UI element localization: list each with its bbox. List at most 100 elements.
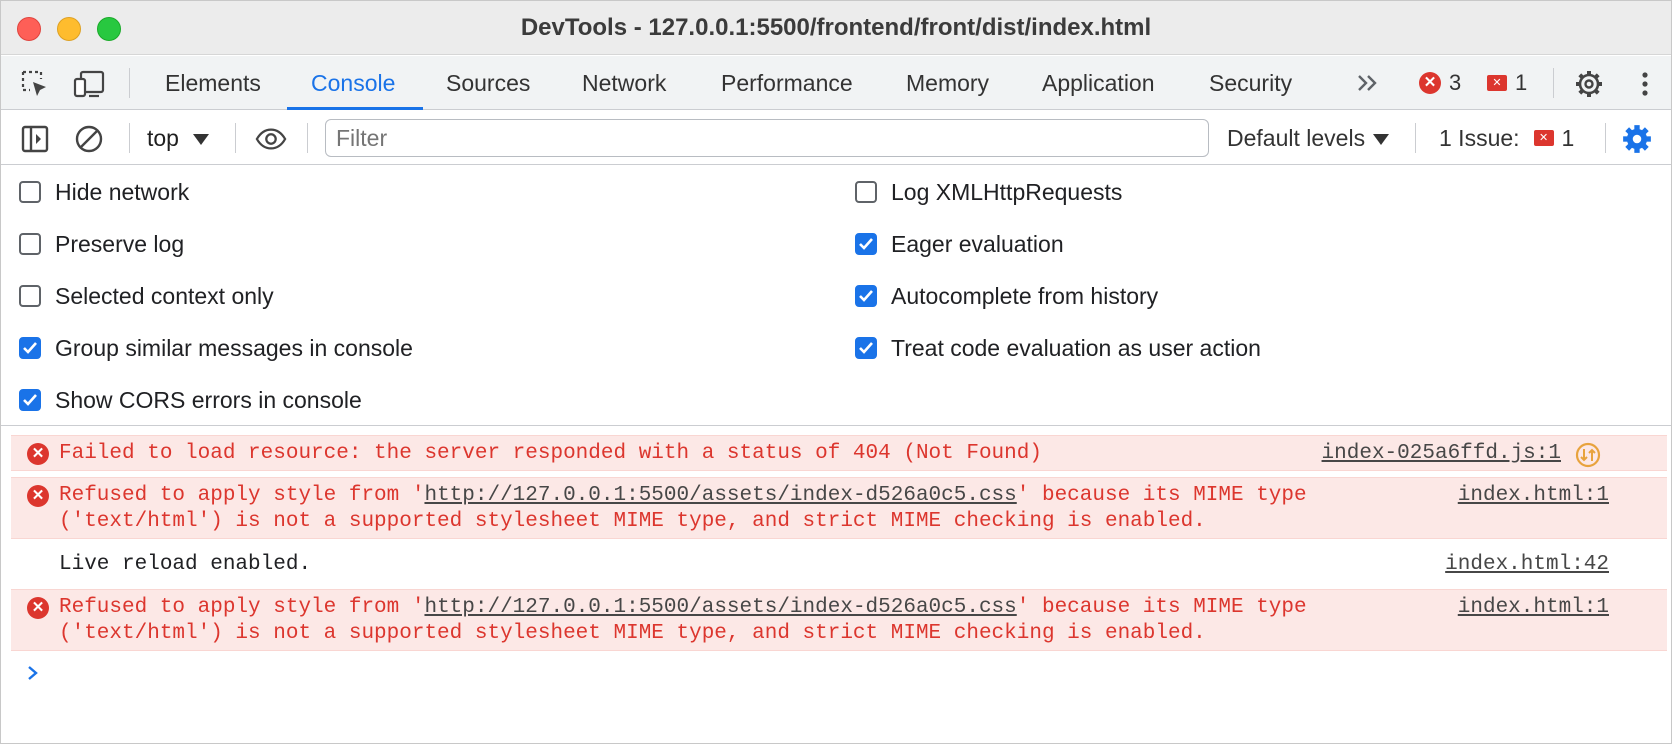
clear-console-icon[interactable] [73, 123, 105, 155]
chevron-down-icon [192, 134, 209, 146]
gear-icon[interactable] [1573, 68, 1605, 100]
setting-label: Autocomplete from history [891, 282, 1159, 309]
panel-tabs-bar: Elements Console Sources Network Perform… [1, 56, 1671, 110]
active-tab-indicator [287, 107, 423, 110]
message-line-1: Refused to apply style from 'http://127.… [59, 483, 1307, 509]
more-tabs-icon[interactable] [1353, 68, 1383, 105]
setting-show-cors-errors[interactable]: Show CORS errors in console [19, 380, 362, 420]
issues-count: 1 [1561, 124, 1575, 151]
setting-group-similar[interactable]: Group similar messages in console [19, 328, 413, 368]
toolbar-divider [129, 68, 130, 98]
issue-count: 1 [1515, 70, 1528, 95]
message-text: Live reload enabled. [59, 553, 312, 576]
context-selector-value: top [147, 125, 179, 151]
setting-label: Log XMLHttpRequests [891, 178, 1123, 205]
check-icon [859, 342, 873, 354]
stylesheet-url-link[interactable]: http://127.0.0.1:5500/assets/index-d526a… [424, 596, 1016, 619]
setting-label: Treat code evaluation as user action [891, 334, 1261, 361]
toolbar-divider [1553, 68, 1554, 98]
console-message-error[interactable]: ✕ Refused to apply style from 'http://12… [11, 477, 1667, 539]
tab-network[interactable]: Network [578, 56, 670, 110]
issues-button[interactable]: 1 Issue: ✕ 1 [1439, 111, 1574, 165]
network-request-icon[interactable] [1575, 442, 1601, 477]
checkbox-checked[interactable] [855, 285, 877, 307]
checkbox-checked[interactable] [19, 337, 41, 359]
check-icon [859, 238, 873, 250]
error-icon: ✕ [27, 443, 49, 465]
message-text: Failed to load resource: the server resp… [59, 442, 1042, 465]
tab-performance[interactable]: Performance [717, 56, 857, 110]
tab-memory[interactable]: Memory [902, 56, 993, 110]
tab-application[interactable]: Application [1038, 56, 1159, 110]
stylesheet-url-link[interactable]: http://127.0.0.1:5500/assets/index-d526a… [424, 484, 1016, 507]
message-source-link[interactable]: index.html:42 [1445, 552, 1609, 578]
toolbar-divider [307, 123, 308, 153]
tab-security[interactable]: Security [1205, 56, 1296, 110]
error-icon: ✕ [1419, 72, 1441, 94]
checkbox[interactable] [19, 233, 41, 255]
filter-input[interactable] [325, 119, 1209, 157]
message-line-2: ('text/html') is not a supported stylesh… [59, 622, 1206, 645]
title-bar: DevTools - 127.0.0.1:5500/frontend/front… [1, 1, 1671, 55]
setting-label: Hide network [55, 178, 190, 205]
error-icon: ✕ [27, 597, 49, 619]
toolbar-divider [1605, 123, 1606, 153]
checkbox-checked[interactable] [855, 337, 877, 359]
checkbox[interactable] [19, 181, 41, 203]
console-message-error[interactable]: ✕ Refused to apply style from 'http://12… [11, 589, 1667, 651]
live-expression-icon[interactable] [255, 123, 287, 155]
window-title: DevTools - 127.0.0.1:5500/frontend/front… [520, 14, 1152, 41]
setting-label: Eager evaluation [891, 230, 1064, 257]
inspect-element-icon[interactable] [19, 68, 51, 100]
message-source-link[interactable]: index.html:1 [1458, 595, 1609, 621]
kebab-menu-icon[interactable] [1629, 68, 1661, 100]
message-text-prefix: Refused to apply style from ' [59, 484, 425, 507]
console-message-error[interactable]: ✕ Failed to load resource: the server re… [11, 435, 1667, 471]
message-text-suffix: ' because its MIME type [1016, 484, 1307, 507]
setting-autocomplete-history[interactable]: Autocomplete from history [855, 276, 1158, 316]
console-toolbar: top Default levels 1 Issue: ✕ 1 [1, 111, 1671, 165]
setting-eager-evaluation[interactable]: Eager evaluation [855, 224, 1064, 264]
check-icon [23, 342, 37, 354]
devtools-window: DevTools - 127.0.0.1:5500/frontend/front… [0, 0, 1672, 744]
checkbox-checked[interactable] [855, 233, 877, 255]
setting-preserve-log[interactable]: Preserve log [19, 224, 184, 264]
console-message-info[interactable]: Live reload enabled. index.html:42 [11, 545, 1667, 585]
chevron-down-icon [1373, 134, 1390, 146]
device-toolbar-icon[interactable] [73, 68, 105, 100]
issues-label: 1 Issue: [1439, 124, 1520, 151]
context-selector[interactable]: top [147, 111, 209, 165]
setting-label: Group similar messages in console [55, 334, 413, 361]
setting-log-xhr[interactable]: Log XMLHttpRequests [855, 172, 1122, 212]
toolbar-divider [129, 123, 130, 153]
message-line-2: ('text/html') is not a supported stylesh… [59, 510, 1206, 533]
message-text-prefix: Refused to apply style from ' [59, 596, 425, 619]
tab-sources[interactable]: Sources [442, 56, 534, 110]
toolbar-divider [1415, 123, 1416, 153]
checkbox-checked[interactable] [19, 389, 41, 411]
console-prompt-input[interactable] [25, 663, 41, 691]
setting-label: Preserve log [55, 230, 185, 257]
setting-hide-network[interactable]: Hide network [19, 172, 189, 212]
message-source-link[interactable]: index.html:1 [1458, 483, 1609, 509]
setting-treat-evaluation-user-action[interactable]: Treat code evaluation as user action [855, 328, 1261, 368]
message-source-link[interactable]: index-025a6ffd.js:1 [1322, 441, 1561, 467]
check-icon [859, 290, 873, 302]
check-icon [23, 394, 37, 406]
log-levels-label: Default levels [1227, 125, 1366, 151]
issue-flag-icon: ✕ [1487, 75, 1507, 91]
sidebar-toggle-icon[interactable] [19, 123, 51, 155]
log-levels-dropdown[interactable]: Default levels [1227, 111, 1390, 165]
setting-selected-context-only[interactable]: Selected context only [19, 276, 274, 316]
setting-label: Selected context only [55, 282, 274, 309]
tab-elements[interactable]: Elements [161, 56, 265, 110]
error-icon: ✕ [27, 485, 49, 507]
checkbox[interactable] [855, 181, 877, 203]
toolbar-divider [235, 123, 236, 153]
error-counter[interactable]: ✕ 3 [1419, 56, 1461, 110]
error-count: 3 [1449, 70, 1462, 95]
console-settings-gear-icon[interactable] [1621, 123, 1653, 155]
issue-counter[interactable]: ✕ 1 [1487, 56, 1527, 110]
tab-console[interactable]: Console [307, 56, 399, 110]
checkbox[interactable] [19, 285, 41, 307]
